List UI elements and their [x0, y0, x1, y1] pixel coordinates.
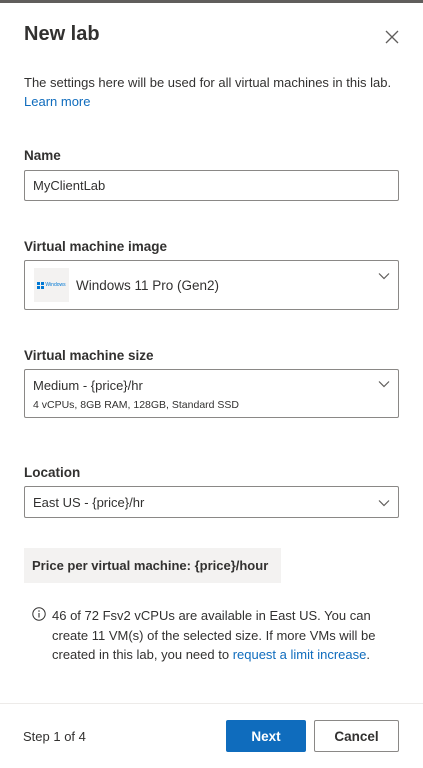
learn-more-link[interactable]: Learn more	[24, 94, 90, 109]
info-suffix: .	[366, 647, 370, 662]
info-icon	[32, 607, 46, 621]
chevron-down-icon	[378, 273, 390, 280]
name-field[interactable]: MyClientLab	[24, 170, 399, 201]
price-per-vm: Price per virtual machine: {price}/hour	[24, 548, 281, 583]
image-value: Windows 11 Pro (Gen2)	[76, 278, 220, 293]
size-detail: 4 vCPUs, 8GB RAM, 128GB, Standard SSD	[33, 399, 240, 411]
size-label: Virtual machine size	[24, 348, 154, 363]
top-border	[0, 0, 423, 3]
windows-logo: Windows	[34, 268, 69, 302]
intro-text: The settings here will be used for all v…	[24, 73, 399, 111]
cancel-button[interactable]: Cancel	[314, 720, 399, 752]
limit-increase-link[interactable]: request a limit increase	[233, 647, 367, 662]
location-label: Location	[24, 465, 81, 480]
chevron-down-icon	[378, 500, 390, 507]
image-label: Virtual machine image	[24, 239, 168, 254]
close-button[interactable]	[381, 26, 403, 48]
location-dropdown[interactable]: East US - {price}/hr	[24, 486, 399, 518]
close-icon	[385, 30, 399, 44]
location-value: East US - {price}/hr	[33, 495, 145, 510]
step-indicator: Step 1 of 4	[23, 729, 86, 744]
size-dropdown[interactable]: Medium - {price}/hr 4 vCPUs, 8GB RAM, 12…	[24, 369, 399, 418]
next-button[interactable]: Next	[226, 720, 306, 752]
name-label: Name	[24, 148, 61, 163]
intro-description: The settings here will be used for all v…	[24, 75, 392, 90]
size-value: Medium - {price}/hr	[33, 378, 143, 393]
windows-logo-text: Windows	[45, 282, 66, 288]
name-value: MyClientLab	[33, 178, 106, 193]
chevron-down-icon	[378, 381, 390, 388]
image-dropdown[interactable]: Windows Windows 11 Pro (Gen2)	[24, 260, 399, 310]
info-message: 46 of 72 Fsv2 vCPUs are available in Eas…	[52, 606, 402, 665]
footer-divider	[0, 703, 423, 704]
dialog-title: New lab	[24, 23, 100, 45]
